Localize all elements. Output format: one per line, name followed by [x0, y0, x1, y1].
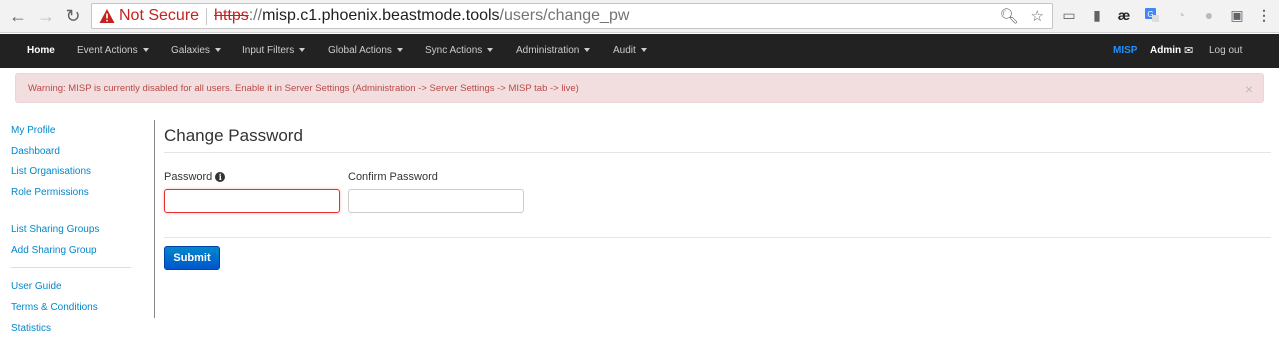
- url-text[interactable]: https://misp.c1.phoenix.beastmode.tools/…: [214, 7, 629, 25]
- envelope-icon[interactable]: ✉: [1184, 34, 1193, 68]
- url-scheme-separator: ://: [248, 7, 263, 24]
- caret-down-icon: [640, 48, 647, 53]
- sidebar-item-my-profile[interactable]: My Profile: [11, 125, 55, 136]
- nav-galaxies[interactable]: Galaxies: [171, 34, 221, 68]
- submit-button[interactable]: Submit: [164, 246, 220, 270]
- nav-label: Administration: [516, 45, 580, 56]
- forward-icon[interactable]: →: [36, 6, 56, 26]
- form-divider: [164, 237, 1271, 238]
- nav-global-actions[interactable]: Global Actions: [328, 34, 403, 68]
- caret-down-icon: [584, 48, 591, 53]
- confirm-password-field[interactable]: [348, 189, 524, 213]
- bookmark-star-icon[interactable]: ☆: [1031, 7, 1044, 25]
- nav-administration[interactable]: Administration: [516, 34, 591, 68]
- nav-label: Audit: [613, 45, 636, 56]
- confirm-password-label: Confirm Password: [348, 171, 438, 183]
- close-icon[interactable]: ×: [1245, 74, 1253, 104]
- password-label: Password i: [164, 171, 226, 183]
- extension-image-icon[interactable]: ▣: [1228, 6, 1246, 24]
- extension-circle-icon[interactable]: ●: [1200, 6, 1218, 24]
- caret-down-icon: [299, 48, 306, 53]
- translate-extension-icon[interactable]: G: [1143, 6, 1161, 24]
- url-path: /users/change_pw: [499, 7, 630, 24]
- cast-icon[interactable]: ▭: [1060, 6, 1078, 24]
- password-field[interactable]: [164, 189, 340, 213]
- sidebar-item-role-permissions[interactable]: Role Permissions: [11, 187, 89, 198]
- warning-alert: Warning: MISP is currently disabled for …: [15, 73, 1264, 103]
- nav-event-actions[interactable]: Event Actions: [77, 34, 149, 68]
- sidebar-item-list-sharing-groups[interactable]: List Sharing Groups: [11, 224, 99, 235]
- menu-icon[interactable]: ⋮: [1255, 6, 1273, 24]
- sidebar-item-list-organisations[interactable]: List Organisations: [11, 166, 91, 177]
- sidebar-divider: [11, 267, 131, 268]
- caret-down-icon: [396, 48, 403, 53]
- sidebar-item-statistics[interactable]: Statistics: [11, 323, 51, 334]
- nav-label: Sync Actions: [425, 45, 483, 56]
- caret-down-icon: [487, 48, 494, 53]
- title-divider: [164, 152, 1271, 153]
- password-label-text: Password: [164, 171, 213, 183]
- caret-down-icon: [214, 48, 221, 53]
- pocket-extension-icon[interactable]: ▮: [1088, 6, 1106, 24]
- address-bar[interactable]: Not Secure https://misp.c1.phoenix.beast…: [91, 3, 1053, 29]
- warning-icon: [99, 9, 115, 23]
- omnibox-separator: [206, 7, 208, 25]
- page-title: Change Password: [164, 126, 303, 145]
- sidebar-item-user-guide[interactable]: User Guide: [11, 281, 62, 292]
- user-menu[interactable]: Admin: [1150, 34, 1181, 68]
- url-scheme: https: [214, 7, 249, 24]
- nav-home[interactable]: Home: [27, 34, 55, 68]
- info-icon[interactable]: i: [215, 172, 226, 182]
- back-icon[interactable]: ←: [8, 6, 28, 26]
- nav-label: Galaxies: [171, 45, 210, 56]
- extension-icon[interactable]: ◔: [1172, 6, 1190, 24]
- nav-audit[interactable]: Audit: [613, 34, 647, 68]
- brand-logo[interactable]: MISP: [1113, 34, 1137, 68]
- sidebar-item-add-sharing-group[interactable]: Add Sharing Group: [11, 245, 97, 256]
- browser-toolbar: ← → ↻ Not Secure https://misp.c1.phoenix…: [0, 0, 1279, 33]
- nav-label: Global Actions: [328, 45, 392, 56]
- caret-down-icon: [142, 48, 149, 53]
- security-label[interactable]: Not Secure: [119, 7, 199, 25]
- alert-text: Warning: MISP is currently disabled for …: [28, 83, 579, 94]
- nav-label: Input Filters: [242, 45, 295, 56]
- nav-sync-actions[interactable]: Sync Actions: [425, 34, 494, 68]
- ae-extension-icon[interactable]: æ: [1115, 6, 1133, 24]
- sidebar-item-dashboard[interactable]: Dashboard: [11, 146, 60, 157]
- url-host: misp.c1.phoenix.beastmode.tools: [262, 7, 500, 24]
- main-navbar: Home Event Actions Galaxies Input Filter…: [0, 34, 1279, 68]
- nav-label: Event Actions: [77, 45, 138, 56]
- zoom-icon[interactable]: 🔍︎: [1000, 7, 1019, 25]
- sidebar: My Profile Dashboard List Organisations …: [0, 120, 155, 334]
- reload-icon[interactable]: ↻: [63, 6, 83, 26]
- sidebar-item-terms-conditions[interactable]: Terms & Conditions: [11, 302, 98, 313]
- logout-link[interactable]: Log out: [1209, 34, 1242, 68]
- nav-input-filters[interactable]: Input Filters: [242, 34, 306, 68]
